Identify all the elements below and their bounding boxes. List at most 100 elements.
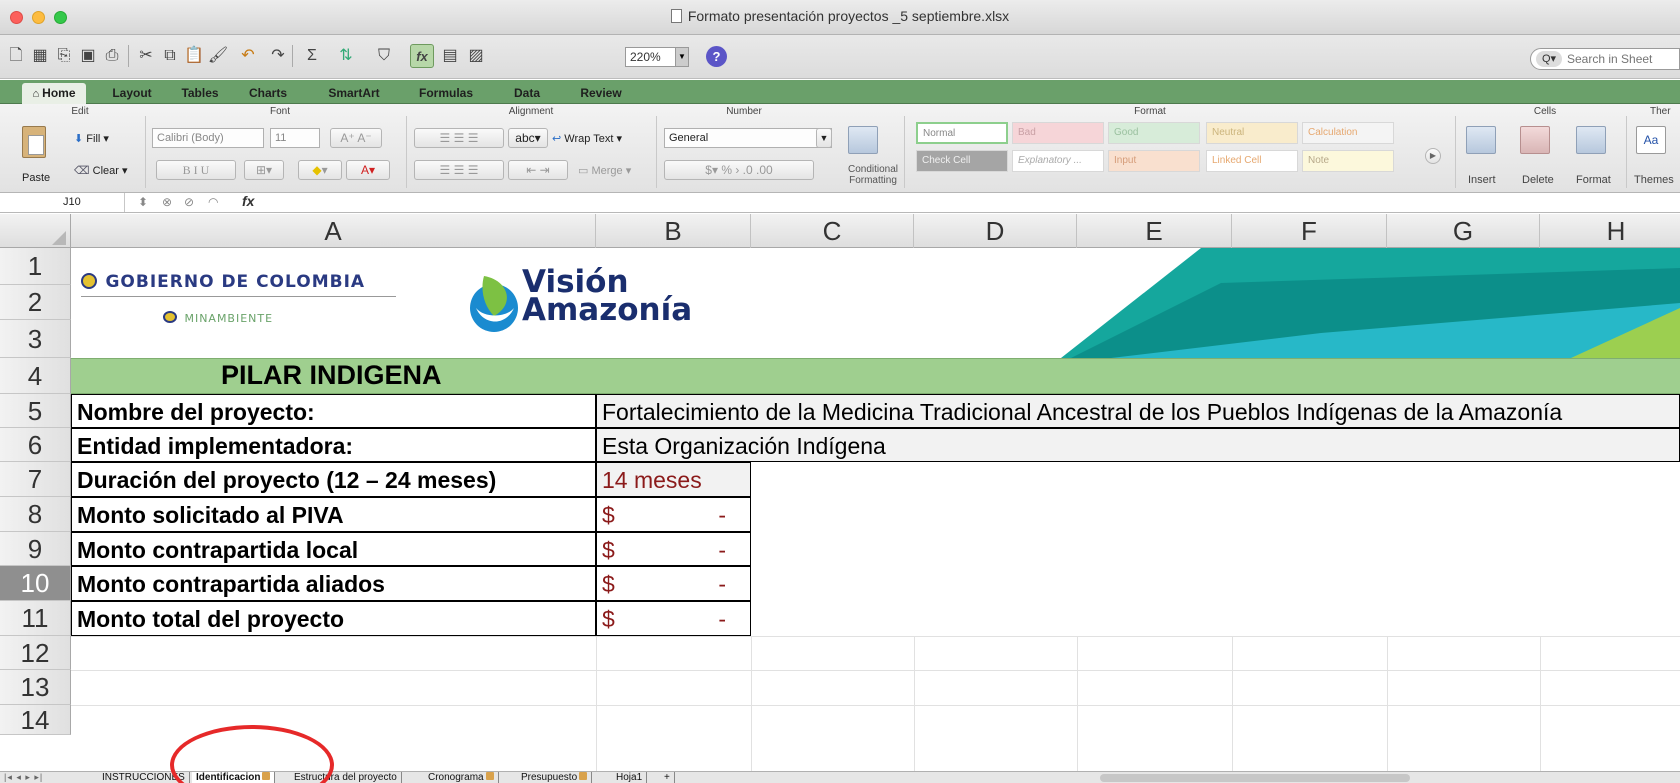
paste-icon[interactable] [22,126,46,158]
formula-builder-icon[interactable]: ◠ [208,195,218,209]
row-header-10[interactable]: 10 [0,566,71,601]
column-header-a[interactable]: A [71,214,596,248]
themes-button-label[interactable]: Themes [1634,174,1674,186]
field-value[interactable]: $ - [596,497,751,532]
cell-style-check-cell[interactable]: Check Cell [916,150,1008,172]
number-format-select[interactable]: General [664,128,832,148]
row-header-11[interactable]: 11 [0,601,71,636]
text-orientation-button[interactable]: abc▾ [508,128,548,148]
cell-style-neutral[interactable]: Neutral [1206,122,1298,144]
cell-style-bad[interactable]: Bad [1012,122,1104,144]
insert-function-icon[interactable]: fx [242,193,254,209]
format-button-label[interactable]: Format [1576,174,1611,186]
cell-style-calculation[interactable]: Calculation [1302,122,1394,144]
row-header-5[interactable]: 5 [0,394,71,428]
themes-icon[interactable]: Aa [1636,126,1666,154]
cell-style-normal[interactable]: Normal [916,122,1008,144]
borders-button[interactable]: ⊞▾ [244,160,284,180]
row-header-8[interactable]: 8 [0,497,71,532]
font-size-select[interactable]: 11 [270,128,320,148]
field-value[interactable]: $ - [596,566,751,601]
horizontal-align-buttons[interactable]: ☰ ☰ ☰ [414,160,504,180]
cut-icon[interactable]: ✂ [134,44,158,68]
field-value[interactable]: 14 meses [596,462,751,497]
print-icon[interactable]: ⎙ [100,44,124,68]
cancel-entry-icon[interactable]: ⊗ [162,195,172,209]
field-value[interactable]: Esta Organización Indígena [596,428,1680,462]
function-icon[interactable]: fx [410,44,434,68]
row-header-3[interactable]: 3 [0,320,71,358]
copy-icon[interactable]: ⧉ [158,44,182,68]
open-icon[interactable]: ⎘ [52,44,76,68]
tab-smartart[interactable]: SmartArt [314,83,394,104]
sort-icon[interactable]: ⇅ [334,44,358,68]
paste-icon[interactable]: 📋 [182,44,206,68]
search-sheet-field[interactable]: Q▾ [1530,48,1680,70]
field-value[interactable]: Fortalecimiento de la Medicina Tradicion… [596,394,1680,428]
clear-button[interactable]: ⌫ Clear ▾ [74,164,128,177]
number-format-dropdown-icon[interactable]: ▼ [816,128,832,148]
row-header-14[interactable]: 14 [0,705,71,735]
column-header-d[interactable]: D [914,214,1077,248]
indent-buttons[interactable]: ⇤ ⇥ [508,160,568,180]
field-label[interactable]: Monto total del proyecto [71,601,596,636]
conditional-formatting-icon[interactable] [848,126,878,154]
select-all-corner[interactable] [0,214,71,248]
template-gallery-icon[interactable]: ▦ [28,44,52,68]
field-value[interactable]: $ - [596,532,751,566]
row-header-2[interactable]: 2 [0,285,71,320]
tab-layout[interactable]: Layout [100,83,164,104]
font-size-grow-shrink-buttons[interactable]: A⁺ A⁻ [330,128,382,148]
column-header-g[interactable]: G [1387,214,1540,248]
font-color-button[interactable]: A▾ [346,160,390,180]
sheet-tab-cronograma[interactable]: Cronograma [424,772,499,783]
delete-button-label[interactable]: Delete [1522,174,1554,186]
format-cells-icon[interactable] [1576,126,1606,154]
tab-tables[interactable]: Tables [170,83,230,104]
gallery-icon[interactable]: ▤ [438,44,462,68]
new-document-icon[interactable]: 🗋 [4,44,28,68]
cell-style-input[interactable]: Input [1108,150,1200,172]
field-label[interactable]: Monto contrapartida local [71,532,596,566]
column-header-c[interactable]: C [751,214,914,248]
insert-cells-icon[interactable] [1466,126,1496,154]
name-box-stepper-icon[interactable]: ⬍ [138,195,148,209]
search-icon[interactable]: Q▾ [1536,51,1562,67]
vertical-align-buttons[interactable]: ☰ ☰ ☰ [414,128,504,148]
tab-home[interactable]: ⌂ Home [22,83,86,104]
tab-charts[interactable]: Charts [236,83,300,104]
row-header-12[interactable]: 12 [0,636,71,670]
styles-scroll-icon[interactable]: ▶ [1425,148,1441,164]
save-icon[interactable]: ▣ [76,44,100,68]
column-header-h[interactable]: H [1540,214,1680,248]
field-label[interactable]: Entidad implementadora: [71,428,596,462]
sheet-tab-presupuesto[interactable]: Presupuesto [517,772,593,783]
conditional-formatting-button[interactable]: Conditional Formatting [842,164,904,186]
font-name-select[interactable]: Calibri (Body) [152,128,264,148]
paste-button-label[interactable]: Paste [22,172,50,184]
undo-icon[interactable]: ↶ [236,44,260,68]
cell-style-linked-cell[interactable]: Linked Cell [1206,150,1298,172]
field-value[interactable]: $ - [596,601,751,636]
confirm-entry-icon[interactable]: ⊘ [184,195,194,209]
wrap-text-button[interactable]: ↩ Wrap Text ▾ [552,132,622,145]
row-header-7[interactable]: 7 [0,462,71,497]
horizontal-scrollbar[interactable] [1100,774,1410,782]
format-painter-icon[interactable]: 🖌 [206,44,230,68]
cell-style-good[interactable]: Good [1108,122,1200,144]
field-label[interactable]: Monto contrapartida aliados [71,566,596,601]
insert-button-label[interactable]: Insert [1468,174,1496,186]
field-label[interactable]: Duración del proyecto (12 – 24 meses) [71,462,596,497]
redo-icon[interactable]: ↷ [266,44,290,68]
toolbox-icon[interactable]: ▨ [464,44,488,68]
sheet-tab-hoja1[interactable]: Hoja1 [612,772,648,783]
autosum-icon[interactable]: Σ [300,44,324,68]
tab-data[interactable]: Data [500,83,554,104]
column-header-f[interactable]: F [1232,214,1387,248]
add-sheet-button[interactable]: + [660,772,675,783]
number-style-buttons[interactable]: $▾ % › .0 .00 [664,160,814,180]
tab-formulas[interactable]: Formulas [406,83,486,104]
filter-icon[interactable]: ⛉ [372,44,396,68]
sheet-navigation-arrows[interactable]: |◂ ◂ ▸ ▸| [4,772,43,783]
row-header-4[interactable]: 4 [0,358,71,394]
